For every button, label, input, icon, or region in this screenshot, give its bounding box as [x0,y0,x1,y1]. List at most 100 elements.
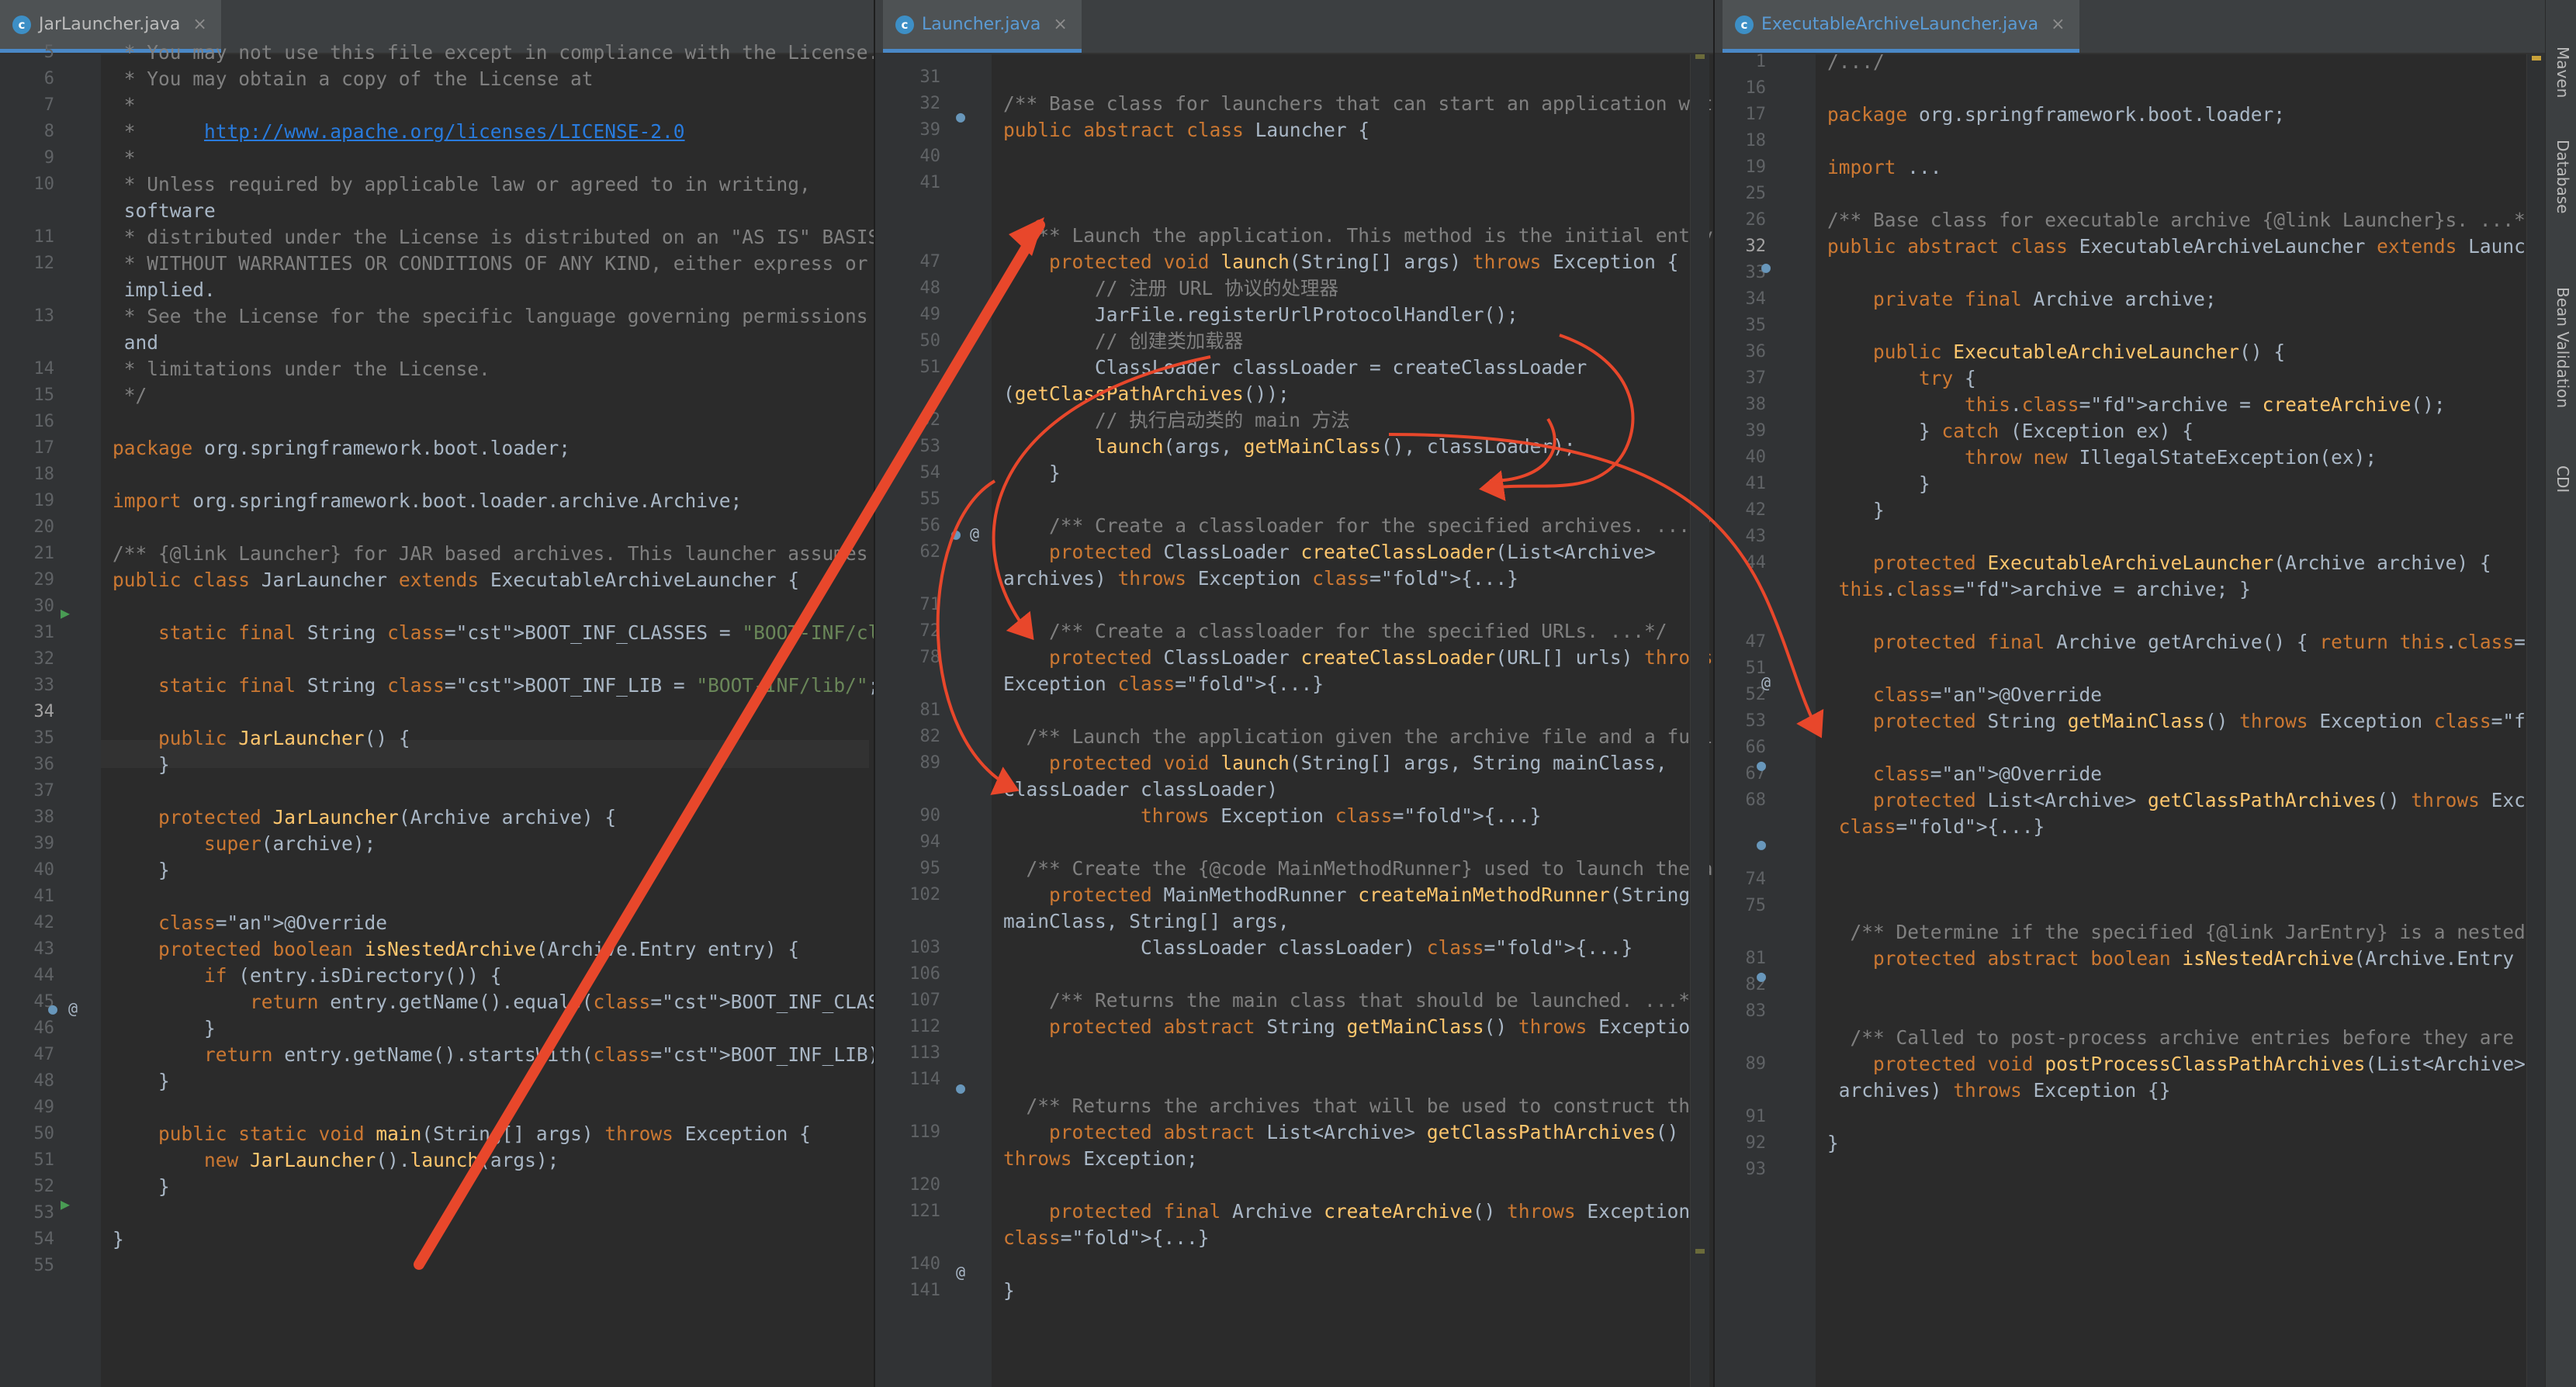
tool-window-cdi[interactable]: CDI [2553,465,2572,493]
code-line[interactable]: /** Determine if the specified {@link Ja… [1827,918,2546,946]
code-line[interactable]: /.../ [1827,48,1885,76]
code-line[interactable]: if (entry.isDirectory()) { [113,962,502,990]
code-line[interactable]: * You may obtain a copy of the License a… [113,65,594,93]
code-line[interactable]: public abstract class Launcher { [1003,116,1369,144]
code-line[interactable]: * distributed under the License is distr… [113,223,874,251]
code-line[interactable]: * WITHOUT WARRANTIES OR CONDITIONS OF AN… [113,250,868,278]
code-line[interactable]: return entry.getName().equals(class="cst… [113,988,874,1016]
code-line[interactable]: } [1003,1277,1015,1305]
code-line[interactable]: } [113,856,170,884]
code-line[interactable]: public class JarLauncher extends Executa… [113,566,799,594]
code-line[interactable]: } [113,751,170,779]
code-line[interactable]: (getClassPathArchives()); [1003,380,1290,408]
code-line[interactable]: * See the License for the specific langu… [113,303,868,330]
code-line[interactable]: protected String getMainClass() throws E… [1827,707,2545,735]
code-line[interactable]: /** Called to post-process archive entri… [1827,1024,2546,1052]
code-line[interactable]: } [1827,1129,1839,1157]
override-gutter-icon[interactable]: ● [1757,830,1766,858]
code-line[interactable]: /** Launch the application. This method … [1003,222,1713,250]
code-line[interactable]: static final String class="cst">BOOT_INF… [113,672,874,700]
code-line[interactable]: throw new IllegalStateException(ex); [1827,444,2377,472]
code-line[interactable]: throws Exception; [1003,1145,1198,1173]
code-line[interactable]: } [1827,496,1885,524]
code-line[interactable]: static final String class="cst">BOOT_INF… [113,619,874,647]
annotation-gutter-icon[interactable]: @ [1761,669,1771,697]
code-line[interactable]: /** Base class for executable archive {@… [1827,206,2537,234]
code-line[interactable]: * limitations under the License. [113,355,490,383]
tab-launcher[interactable]: c Launcher.java × [883,0,1082,53]
code-line[interactable]: protected void postProcessClassPathArchi… [1827,1050,2526,1078]
code-line[interactable]: ClassLoader classLoader) class="fold">{.… [1003,934,1633,962]
override-gutter-icon[interactable]: ● [1757,751,1766,779]
annotation-gutter-icon[interactable]: @ [970,520,979,548]
code-line[interactable]: // 创建类加载器 [1003,327,1243,355]
tool-window-database[interactable]: Database [2553,140,2572,213]
code-line[interactable]: /** Returns the archives that will be us… [1003,1092,1714,1120]
code-line[interactable]: public static void main(String[] args) t… [113,1120,811,1148]
code-line[interactable]: protected final Archive createArchive() … [1003,1198,1690,1226]
code-line[interactable]: protected abstract boolean isNestedArchi… [1827,945,2545,973]
tool-window-bean-validation[interactable]: Bean Validation [2553,287,2572,408]
code-line[interactable]: * Unless required by applicable law or a… [113,171,811,199]
code-line[interactable]: * [113,92,136,119]
code-line[interactable]: protected MainMethodRunner createMainMet… [1003,881,1690,909]
code-line[interactable]: /** Returns the main class that should b… [1003,987,1702,1015]
code-line[interactable]: */ [113,382,147,410]
code-line[interactable]: public ExecutableArchiveLauncher() { [1827,338,2285,366]
code-line[interactable]: /** Create the {@code MainMethodRunner} … [1003,855,1714,883]
override-gutter-icon[interactable]: ● [951,520,961,548]
code-line[interactable]: package org.springframework.boot.loader; [1827,101,2285,129]
close-icon[interactable]: × [2051,15,2065,34]
code-line[interactable]: } [1827,470,1930,498]
code-line[interactable]: JarFile.registerUrlProtocolHandler(); [1003,301,1518,329]
code-line[interactable]: // 注册 URL 协议的处理器 [1003,275,1338,303]
code-line[interactable]: package org.springframework.boot.loader; [113,434,570,462]
code-line[interactable]: /** {@link Launcher} for JAR based archi… [113,540,874,568]
override-gutter-icon[interactable]: ● [48,994,57,1022]
code-line[interactable]: public abstract class ExecutableArchiveL… [1827,233,2545,261]
code-line[interactable]: mainClass, String[] args, [1003,908,1290,936]
run-gutter-icon[interactable]: ▶ [61,599,70,627]
code-line[interactable]: protected final Archive getArchive() { r… [1827,628,2545,656]
code-line[interactable]: * [113,144,136,172]
code-line[interactable]: launch(args, getMainClass(), classLoader… [1003,433,1576,461]
code-line[interactable]: // 执行启动类的 main 方法 [1003,406,1350,434]
code-line[interactable]: } [113,1173,170,1201]
code-line[interactable]: /** Base class for launchers that can st… [1003,90,1713,118]
code-line[interactable]: class="an">@Override [113,909,387,937]
code-line[interactable]: protected void launch(String[] args) thr… [1003,248,1678,276]
code-line[interactable]: import ... [1827,154,1942,182]
code-line[interactable]: class="fold">{...} [1827,813,2045,841]
code-line[interactable]: Exception class="fold">{...} [1003,670,1324,698]
override-gutter-icon[interactable]: ● [956,1074,965,1102]
code-line[interactable]: protected ClassLoader createClassLoader(… [1003,538,1656,566]
override-gutter-icon[interactable]: ● [1757,962,1766,990]
code-line[interactable]: } [1003,459,1061,487]
code-line[interactable]: try { [1827,365,1976,393]
implemented-gutter-icon[interactable]: ● [1761,253,1771,281]
code-line[interactable]: new JarLauncher().launch(args); [113,1147,559,1174]
code-line[interactable]: private final Archive archive; [1827,285,2217,313]
code-line[interactable]: } [113,1067,170,1095]
tab-executablearchivelauncher[interactable]: c ExecutableArchiveLauncher.java × [1723,0,2079,53]
scroll-marker-rail[interactable] [1690,54,1709,1387]
code-line[interactable]: archives) throws Exception class="fold">… [1003,565,1518,593]
run-gutter-icon[interactable]: ▶ [61,1190,70,1218]
tool-window-maven[interactable]: Maven [2553,47,2572,98]
code-line[interactable]: ClassLoader classLoader = createClassLoa… [1003,354,1587,382]
code-line[interactable]: protected void launch(String[] args, Str… [1003,749,1667,777]
code-line[interactable]: throws Exception class="fold">{...} [1003,802,1541,830]
code-line[interactable]: * http://www.apache.org/licenses/LICENSE… [113,118,685,146]
code-line[interactable]: public JarLauncher() { [113,725,410,752]
code-line[interactable]: super(archive); [113,830,376,858]
code-line[interactable]: protected List<Archive> getClassPathArch… [1827,787,2545,815]
code-line[interactable]: ClassLoader classLoader) [1003,776,1278,804]
code-line[interactable]: * You may not use this file except in co… [113,39,874,67]
close-icon[interactable]: × [192,15,206,34]
code-line[interactable]: import org.springframework.boot.loader.a… [113,487,742,515]
code-line[interactable]: class="an">@Override [1827,760,2102,788]
code-line[interactable]: } [113,1226,124,1254]
code-line[interactable]: protected abstract List<Archive> getClas… [1003,1119,1678,1147]
code-line[interactable]: protected ClassLoader createClassLoader(… [1003,644,1713,672]
close-icon[interactable]: × [1053,15,1067,34]
